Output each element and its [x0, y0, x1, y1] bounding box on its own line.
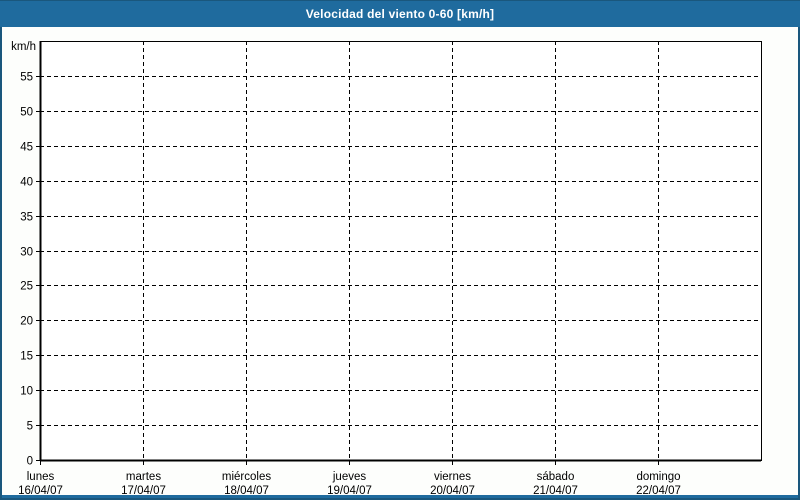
y-tick-label: 20 [20, 316, 33, 328]
x-day-label: jueves [332, 471, 366, 483]
x-date-label: 16/04/07 [18, 485, 63, 497]
wind-speed-chart-window: Velocidad del viento 0-60 [km/h] 0510152… [0, 0, 800, 500]
x-date-label: 21/04/07 [533, 485, 578, 497]
x-date-label: 19/04/07 [327, 485, 372, 497]
x-day-label: lunes [27, 471, 55, 483]
y-tick-label: 30 [20, 247, 33, 259]
wind-speed-plot: 0 5 10 15 20 25 30 35 40 45 50 55 km/h lunes 16/04/07 m… [0, 0, 800, 500]
y-tick-label: 45 [20, 142, 33, 154]
x-date-label: 18/04/07 [224, 485, 269, 497]
y-tick-label: 40 [20, 177, 33, 189]
y-tick-label: 35 [20, 212, 33, 224]
y-tick-label: 50 [20, 107, 33, 119]
x-day-label: miércoles [222, 471, 271, 483]
x-day-label: sábado [537, 471, 575, 483]
y-tick-label: 15 [20, 351, 33, 363]
y-tick-label: 25 [20, 281, 33, 293]
y-tick-label: 55 [20, 72, 33, 84]
y-axis-unit-label: km/h [11, 41, 36, 53]
x-day-label: martes [126, 471, 161, 483]
x-date-label: 22/04/07 [636, 485, 681, 497]
x-date-label: 20/04/07 [430, 485, 475, 497]
plot-background [40, 41, 761, 460]
x-day-label: viernes [434, 471, 471, 483]
y-tick-label: 5 [27, 421, 33, 433]
x-date-label: 17/04/07 [121, 485, 166, 497]
y-tick-label: 0 [27, 456, 33, 468]
y-tick-label: 10 [20, 386, 33, 398]
x-day-label: domingo [636, 471, 680, 483]
